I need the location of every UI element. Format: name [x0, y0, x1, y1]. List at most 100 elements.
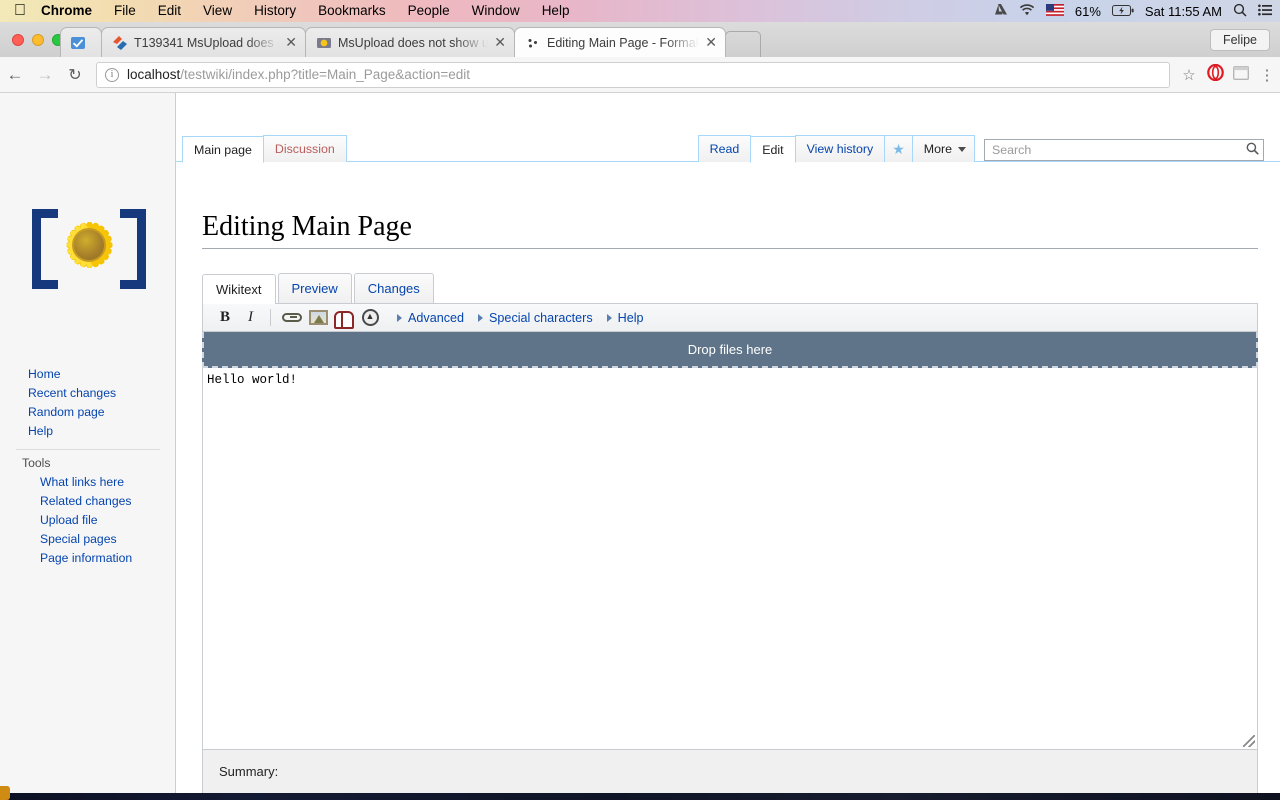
editor-tab-changes[interactable]: Changes	[353, 273, 434, 303]
sidebar-link-help[interactable]: Help	[0, 422, 176, 441]
sidebar-link-special-pages[interactable]: Special pages	[0, 530, 176, 549]
address-bar[interactable]: i localhost/testwiki/index.php?title=Mai…	[96, 61, 1170, 88]
close-tab-icon[interactable]: ✕	[285, 34, 297, 51]
toolbar-group-help[interactable]: Help	[606, 311, 644, 325]
wiki-content: Main page Discussion Read Edit View hist…	[176, 93, 1280, 793]
toolbar-group-advanced[interactable]: Advanced	[397, 311, 464, 325]
sidebar-link-home[interactable]: Home	[0, 365, 176, 384]
search-input[interactable]: Search	[984, 139, 1264, 161]
wiki-logo[interactable]	[14, 195, 164, 305]
back-arrow-icon[interactable]: ←	[0, 65, 30, 85]
editor-tab-wikitext[interactable]: Wikitext	[202, 274, 276, 304]
browser-tab-mediawiki[interactable]: MsUpload does not show up in ✕	[305, 27, 515, 57]
sidebar-item-related-changes[interactable]: Related changes	[0, 492, 176, 511]
toolbar-group-special-characters[interactable]: Special characters	[478, 311, 593, 325]
bookmark-star-icon[interactable]: ☆	[1176, 66, 1202, 84]
menu-item-edit[interactable]: Edit	[147, 0, 192, 22]
toolbar-divider	[270, 309, 272, 326]
italic-button[interactable]: I	[239, 309, 262, 326]
notification-center-icon[interactable]	[1258, 4, 1272, 19]
wiki-navigation-tabs: Main page Discussion Read Edit View hist…	[176, 133, 1280, 163]
reference-book-icon[interactable]	[331, 308, 357, 329]
minimize-window-button[interactable]	[32, 34, 44, 46]
macos-menu-bar:  Chrome File Edit View History Bookmark…	[0, 0, 1280, 22]
reload-icon[interactable]: ↻	[60, 65, 90, 85]
namespace-tab-discussion[interactable]: Discussion	[262, 135, 347, 162]
chrome-menu-icon[interactable]: ⋮	[1254, 66, 1280, 84]
msupload-dropzone[interactable]: Drop files here	[202, 332, 1258, 368]
spotlight-search-icon[interactable]	[1233, 3, 1247, 20]
sidebar-heading-tools: Tools	[22, 456, 51, 470]
window-icon[interactable]	[1228, 65, 1254, 84]
sidebar-item-what-links-here[interactable]: What links here	[0, 473, 176, 492]
view-tab-edit[interactable]: Edit	[750, 136, 796, 163]
menu-item-help[interactable]: Help	[531, 0, 581, 22]
browser-tab-title: Editing Main Page - FormalForge	[547, 35, 699, 50]
editor-tabs: Wikitext Preview Changes	[202, 273, 1258, 304]
opera-extension-icon[interactable]	[1202, 63, 1228, 85]
view-tab-view-history[interactable]: View history	[794, 135, 886, 162]
sidebar-link-related-changes[interactable]: Related changes	[0, 492, 176, 511]
page-info-icon[interactable]: i	[105, 67, 119, 82]
menu-item-bookmarks[interactable]: Bookmarks	[307, 0, 397, 22]
wifi-icon[interactable]	[1019, 3, 1035, 19]
search-icon[interactable]	[1246, 142, 1259, 158]
us-flag-icon[interactable]	[1045, 3, 1064, 19]
menu-item-view[interactable]: View	[192, 0, 243, 22]
dropzone-label: Drop files here	[687, 341, 773, 357]
sidebar-item-upload-file[interactable]: Upload file	[0, 511, 176, 530]
more-menu-button[interactable]: More	[911, 135, 975, 162]
image-icon[interactable]	[305, 308, 331, 328]
view-tab-read[interactable]: Read	[697, 135, 752, 162]
page-title: Editing Main Page	[202, 211, 1258, 249]
new-tab-button[interactable]	[725, 31, 761, 57]
sidebar-item-help[interactable]: Help	[0, 422, 176, 441]
menu-item-history[interactable]: History	[243, 0, 307, 22]
menu-item-people[interactable]: People	[397, 0, 461, 22]
close-tab-icon[interactable]: ✕	[705, 34, 717, 51]
textarea-resize-handle[interactable]	[1243, 735, 1255, 747]
link-icon[interactable]	[279, 308, 305, 328]
sidebar-link-recent-changes[interactable]: Recent changes	[0, 384, 176, 403]
bold-button[interactable]: B	[211, 309, 239, 326]
forward-arrow-icon[interactable]: →	[30, 65, 60, 85]
close-tab-icon[interactable]: ✕	[494, 34, 506, 51]
battery-charging-icon[interactable]	[1111, 4, 1134, 19]
triangle-right-icon	[397, 313, 403, 322]
browser-tab-formalforge[interactable]: Editing Main Page - FormalForge ✕	[514, 27, 726, 57]
apple-icon[interactable]: 	[14, 1, 34, 21]
sidebar-link-upload-file[interactable]: Upload file	[0, 511, 176, 530]
sidebar-portal-navigation: Home Recent changes Random page Help	[0, 365, 176, 441]
upload-icon[interactable]	[357, 308, 383, 328]
clock-label[interactable]: Sat 11:55 AM	[1145, 4, 1222, 19]
sidebar-item-recent-changes[interactable]: Recent changes	[0, 384, 176, 403]
battery-percent-label: 61%	[1074, 3, 1101, 19]
edit-form: Publish Cancel Wikitext Preview Changes …	[202, 273, 1258, 793]
editor-tab-preview[interactable]: Preview	[277, 273, 352, 303]
wikitext-textarea[interactable]: Hello world!	[202, 368, 1258, 750]
sidebar-portal-tools: Tools What links here Related changes Up…	[0, 456, 176, 568]
sidebar-link-page-information[interactable]: Page information	[0, 549, 176, 568]
sidebar-item-home[interactable]: Home	[0, 365, 176, 384]
sidebar-link-what-links-here[interactable]: What links here	[0, 473, 176, 492]
mediawiki-icon	[316, 35, 332, 51]
namespace-tab-main-page[interactable]: Main page	[182, 136, 264, 163]
summary-label: Summary:	[219, 764, 279, 779]
desktop-wallpaper	[0, 793, 1280, 800]
menu-item-window[interactable]: Window	[461, 0, 531, 22]
watch-star-button[interactable]: ★	[884, 135, 913, 162]
formalforge-icon	[525, 35, 541, 51]
close-window-button[interactable]	[12, 34, 24, 46]
editor-toolbar: B I Advanced Special characters	[202, 303, 1258, 332]
google-drive-icon[interactable]	[994, 3, 1008, 19]
edit-options: Summary:	[202, 750, 1258, 793]
sidebar-item-page-information[interactable]: Page information	[0, 549, 176, 568]
sidebar-item-random-page[interactable]: Random page	[0, 403, 176, 422]
sidebar-link-random-page[interactable]: Random page	[0, 403, 176, 422]
menu-item-file[interactable]: File	[103, 0, 147, 22]
menu-item-chrome[interactable]: Chrome	[34, 0, 103, 22]
browser-tab-phabricator[interactable]: T139341 MsUpload does not show up in ✕	[101, 27, 306, 57]
profile-button[interactable]: Felipe	[1209, 29, 1270, 51]
sidebar-item-special-pages[interactable]: Special pages	[0, 530, 176, 549]
browser-tab-inbox[interactable]	[60, 27, 102, 57]
